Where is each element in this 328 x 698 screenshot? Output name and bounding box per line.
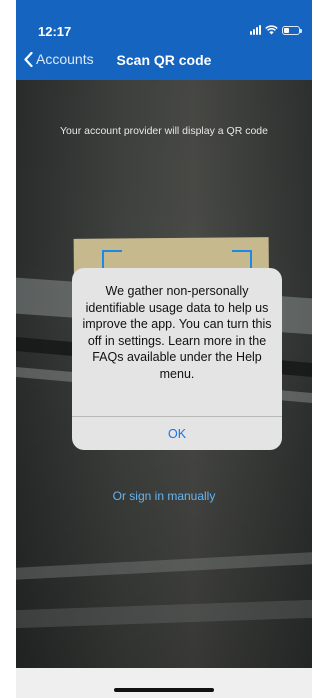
header: 12:17 Accounts Scan QR code: [16, 0, 312, 80]
alert-message: We gather non-personally identifiable us…: [82, 284, 272, 381]
bottom-bar: [16, 668, 312, 698]
page-title: Scan QR code: [116, 52, 212, 68]
battery-icon: [282, 25, 302, 35]
home-indicator[interactable]: [114, 688, 214, 692]
sign-in-manually-link[interactable]: Or sign in manually: [16, 489, 312, 503]
phone-screen: 12:17 Accounts Scan QR code Your account…: [16, 0, 312, 698]
signal-icon: [250, 25, 261, 35]
usage-data-alert: We gather non-personally identifiable us…: [72, 268, 282, 450]
status-time: 12:17: [38, 24, 72, 39]
scan-instruction: Your account provider will display a QR …: [60, 125, 268, 137]
scan-frame-corner-top-left: [102, 250, 122, 270]
scan-frame-corner-top-right: [232, 250, 252, 270]
wifi-icon: [265, 25, 278, 35]
ok-button[interactable]: OK: [72, 417, 282, 450]
status-icons: [250, 25, 302, 35]
